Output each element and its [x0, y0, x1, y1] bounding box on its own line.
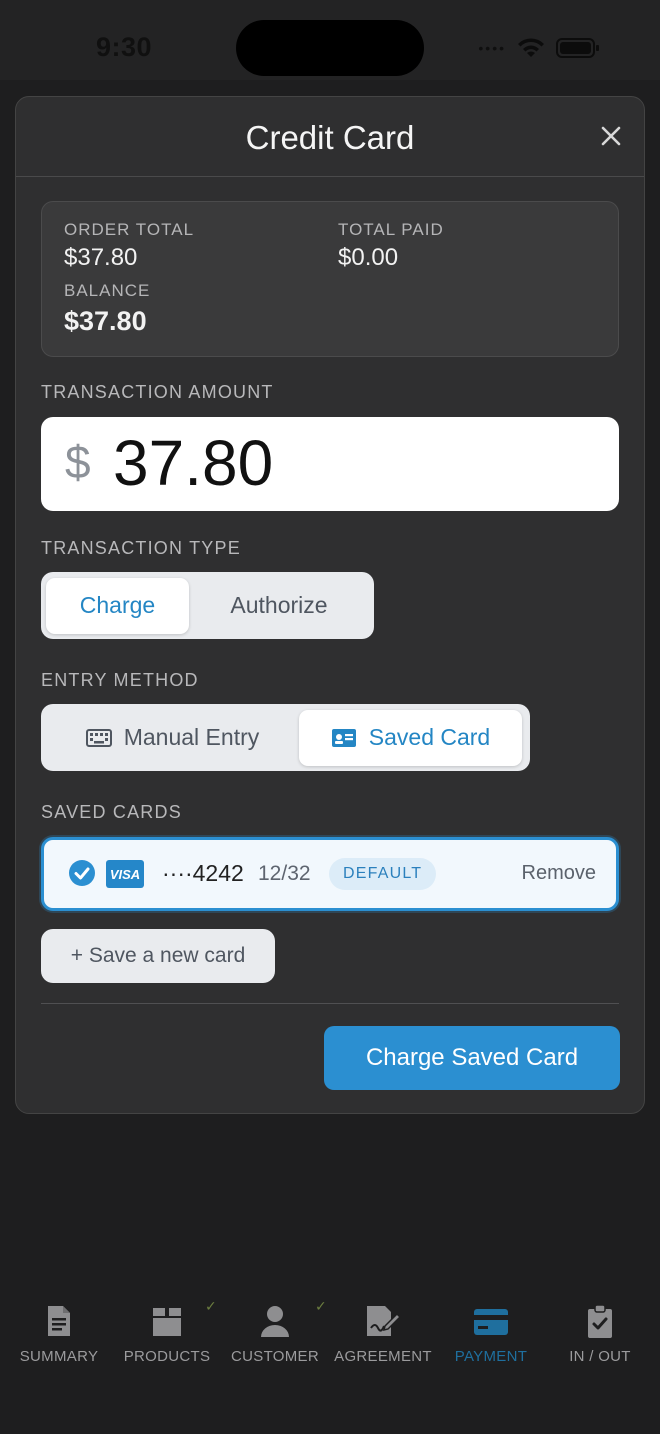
- credit-card-icon: [437, 1304, 545, 1344]
- close-icon: [601, 126, 621, 146]
- saved-cards-label: SAVED CARDS: [41, 802, 182, 822]
- charge-saved-card-button[interactable]: Charge Saved Card: [324, 1026, 620, 1090]
- nav-summary[interactable]: SUMMARY: [5, 1296, 113, 1376]
- signal-dots-icon: ••••: [478, 40, 506, 56]
- wifi-icon: [516, 37, 546, 59]
- card-expiry: 12/32: [258, 862, 311, 885]
- clipboard-check-icon: [546, 1304, 654, 1344]
- divider: [41, 1003, 619, 1004]
- balance-value: $37.80: [64, 306, 147, 336]
- amount-field: $: [41, 417, 619, 511]
- bottom-navigation: SUMMARY ✓ PRODUCTS ✓ CUSTOMER AGREEMENT …: [0, 1296, 660, 1376]
- products-check-icon: ✓: [205, 1298, 217, 1314]
- id-card-icon: [331, 728, 357, 748]
- transaction-type-segment: Charge Authorize: [41, 572, 374, 639]
- check-circle-icon: [68, 859, 96, 892]
- total-paid-label: TOTAL PAID: [338, 220, 444, 239]
- nav-in-out[interactable]: IN / OUT: [546, 1296, 654, 1376]
- nav-payment[interactable]: PAYMENT: [437, 1296, 545, 1376]
- transaction-amount-label: TRANSACTION AMOUNT: [41, 382, 274, 402]
- save-new-card-button[interactable]: + Save a new card: [41, 929, 275, 983]
- dynamic-island: [236, 20, 424, 76]
- charge-option[interactable]: Charge: [46, 577, 189, 634]
- credit-card-modal: Credit Card ORDER TOTAL $37.80 TOTAL PAI…: [15, 96, 645, 1114]
- order-total-value: $37.80: [64, 244, 138, 271]
- entry-method-segment: Manual Entry Saved Card: [41, 704, 530, 771]
- keyboard-icon: [85, 728, 112, 747]
- close-button[interactable]: [594, 119, 628, 153]
- manual-entry-option[interactable]: Manual Entry: [46, 710, 299, 766]
- visa-icon: VISA: [106, 860, 144, 888]
- customer-check-icon: ✓: [315, 1298, 327, 1314]
- user-icon: [221, 1304, 329, 1344]
- order-total-label: ORDER TOTAL: [64, 220, 195, 239]
- amount-input[interactable]: [113, 423, 593, 503]
- remove-card-link[interactable]: Remove: [522, 862, 596, 885]
- nav-in-out-label: IN / OUT: [569, 1348, 631, 1365]
- default-badge: DEFAULT: [329, 858, 437, 890]
- entry-method-label: ENTRY METHOD: [41, 670, 199, 690]
- status-bar: 9:30 ••••: [0, 0, 660, 80]
- saved-card-label: Saved Card: [368, 724, 491, 750]
- nav-customer[interactable]: ✓ CUSTOMER: [221, 1296, 329, 1376]
- saved-card-row[interactable]: VISA ····4242 12/32 DEFAULT Remove: [41, 837, 619, 911]
- authorize-option[interactable]: Authorize: [189, 578, 369, 634]
- nav-agreement[interactable]: AGREEMENT: [329, 1296, 437, 1376]
- currency-symbol: $: [65, 436, 91, 488]
- saved-card-option[interactable]: Saved Card: [299, 709, 522, 766]
- card-number: ····4242: [162, 860, 244, 886]
- battery-icon: [556, 37, 600, 59]
- signature-icon: [329, 1304, 437, 1344]
- transaction-type-label: TRANSACTION TYPE: [41, 538, 241, 558]
- order-summary: ORDER TOTAL $37.80 TOTAL PAID $0.00 BALA…: [41, 201, 619, 357]
- status-icons: ••••: [478, 36, 600, 60]
- modal-title: Credit Card: [245, 119, 415, 156]
- modal-header: Credit Card: [16, 97, 644, 177]
- nav-products[interactable]: ✓ PRODUCTS: [113, 1296, 221, 1376]
- status-time: 9:30: [96, 32, 153, 62]
- total-paid-value: $0.00: [338, 244, 399, 271]
- balance-label: BALANCE: [64, 281, 151, 300]
- manual-entry-label: Manual Entry: [123, 724, 260, 750]
- document-icon: [5, 1304, 113, 1344]
